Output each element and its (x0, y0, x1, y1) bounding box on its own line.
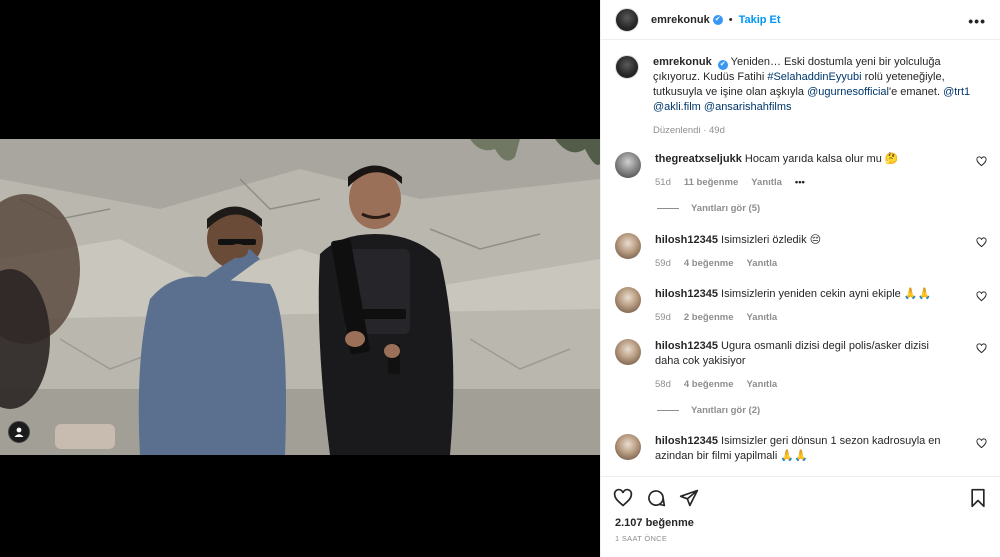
comment-age: 59d (655, 258, 671, 269)
avatar[interactable] (615, 233, 641, 259)
comment-icon[interactable] (646, 488, 666, 508)
post-photo[interactable] (0, 139, 600, 455)
heart-icon[interactable] (976, 438, 987, 449)
heart-icon[interactable] (976, 291, 987, 302)
comment-more-icon[interactable]: ••• (795, 175, 805, 190)
caption: emrekonuk ✔ Yeniden… Eski dostumla yeni … (601, 40, 1000, 138)
avatar[interactable] (615, 339, 641, 365)
view-replies-button[interactable]: Yanıtları gör (5) (657, 203, 760, 214)
comment-likes[interactable]: 4 beğenme (684, 256, 734, 271)
caption-username[interactable]: emrekonuk (653, 56, 712, 68)
likes-count[interactable]: 2.107 beğenme (601, 509, 1000, 529)
bookmark-icon[interactable] (968, 488, 988, 508)
follow-button[interactable]: Takip Et (739, 14, 781, 26)
edited-label: Düzenlendi (653, 125, 701, 136)
reply-button[interactable]: Yanıtla (751, 175, 782, 190)
post-timestamp: 1 SAAT ÖNCE (615, 534, 668, 543)
user-tag-icon[interactable] (8, 421, 30, 443)
post-panel: emrekonuk ✔ • Takip Et ••• emrekonuk ✔ Y… (600, 0, 1000, 557)
edited-age: 49d (709, 125, 725, 136)
comment-item: hilosh12345 Isimsizlerin yeniden cekin a… (615, 287, 987, 325)
comment-text: Isimsizleri özledik 😔 (721, 234, 822, 246)
share-icon[interactable] (679, 488, 699, 508)
verified-badge-icon: ✔ (717, 60, 728, 70)
comment-likes[interactable]: 4 beğenme (684, 377, 734, 392)
comment-meta: 59d 2 beğenme Yanıtla (655, 310, 955, 325)
more-options-icon[interactable]: ••• (968, 13, 986, 29)
comment-text: Isimsizlerin yeniden cekin ayni ekiple 🙏… (721, 288, 932, 300)
heart-icon[interactable] (976, 156, 987, 167)
comment-age: 59d (655, 312, 671, 323)
post-username[interactable]: emrekonuk (651, 14, 710, 26)
comment-username[interactable]: hilosh12345 (655, 435, 718, 447)
comment-meta: 58d 4 beğenme Yanıtla (655, 377, 955, 392)
avatar[interactable] (615, 287, 641, 313)
comments-scroll-area[interactable]: emrekonuk ✔ Yeniden… Eski dostumla yeni … (601, 40, 1000, 476)
comment-age: 58d (655, 379, 671, 390)
post-viewer: emrekonuk ✔ • Takip Et ••• emrekonuk ✔ Y… (0, 0, 1000, 557)
comment-meta: 59d 4 beğenme Yanıtla (655, 256, 955, 271)
post-header: emrekonuk ✔ • Takip Et ••• (601, 0, 1000, 40)
comment-username[interactable]: hilosh12345 (655, 234, 718, 246)
post-footer: 2.107 beğenme 1 SAAT ÖNCE (601, 476, 1000, 557)
comment-username[interactable]: hilosh12345 (655, 288, 718, 300)
caption-text-mid2: 'e emanet. (889, 86, 944, 98)
comment-likes[interactable]: 11 beğenme (684, 175, 738, 190)
mention-link[interactable]: @trt1 (943, 86, 970, 98)
mention-link[interactable]: @ansarishahfilms (704, 101, 792, 113)
avatar[interactable] (615, 152, 641, 178)
comment-username[interactable]: hilosh12345 (655, 340, 718, 352)
reply-button[interactable]: Yanıtla (747, 256, 778, 271)
comment-age: 51d (655, 177, 671, 188)
mention-link[interactable]: @ugurnesofficial (807, 86, 889, 98)
caption-body: emrekonuk ✔ Yeniden… Eski dostumla yeni … (653, 55, 973, 138)
comment-username[interactable]: thegreatxseljukk (655, 153, 742, 165)
action-bar (601, 477, 1000, 509)
caption-meta: Düzenlendi · 49d (653, 125, 725, 136)
comment-item: hilosh12345 Isimsizler geri dönsun 1 sez… (615, 434, 987, 464)
view-replies-label: Yanıtları gör (2) (691, 405, 761, 416)
hashtag-link[interactable]: #SelahaddinEyyubi (767, 71, 861, 83)
caption-avatar[interactable] (615, 55, 639, 79)
reply-button[interactable]: Yanıtla (747, 377, 778, 392)
reply-button[interactable]: Yanıtla (747, 310, 778, 325)
view-replies-label: Yanıtları gör (5) (691, 203, 761, 214)
comment-item: hilosh12345 Isimsizleri özledik 😔 59d 4 … (615, 233, 987, 271)
comment-text: Hocam yarıda kalsa olur mu 🤔 (744, 153, 899, 165)
heart-icon[interactable] (976, 237, 987, 248)
separator-dot: • (728, 13, 733, 26)
avatar[interactable] (615, 434, 641, 460)
avatar[interactable] (615, 7, 639, 32)
comment-item: hilosh12345 Ugura osmanli dizisi degil p… (615, 339, 987, 392)
comment-meta: 51d 11 beğenme Yanıtla ••• (655, 175, 955, 190)
comment-item: thegreatxseljukk Hocam yarıda kalsa olur… (615, 152, 987, 190)
verified-badge-icon: ✔ (712, 14, 723, 25)
photo-illustration (0, 139, 600, 455)
view-replies-button[interactable]: Yanıtları gör (2) (657, 405, 760, 416)
comment-likes[interactable]: 2 beğenme (684, 310, 734, 325)
heart-icon[interactable] (976, 343, 987, 354)
heart-icon[interactable] (613, 488, 633, 508)
mention-link[interactable]: @akli.film (653, 101, 701, 113)
media-pane (0, 0, 600, 557)
